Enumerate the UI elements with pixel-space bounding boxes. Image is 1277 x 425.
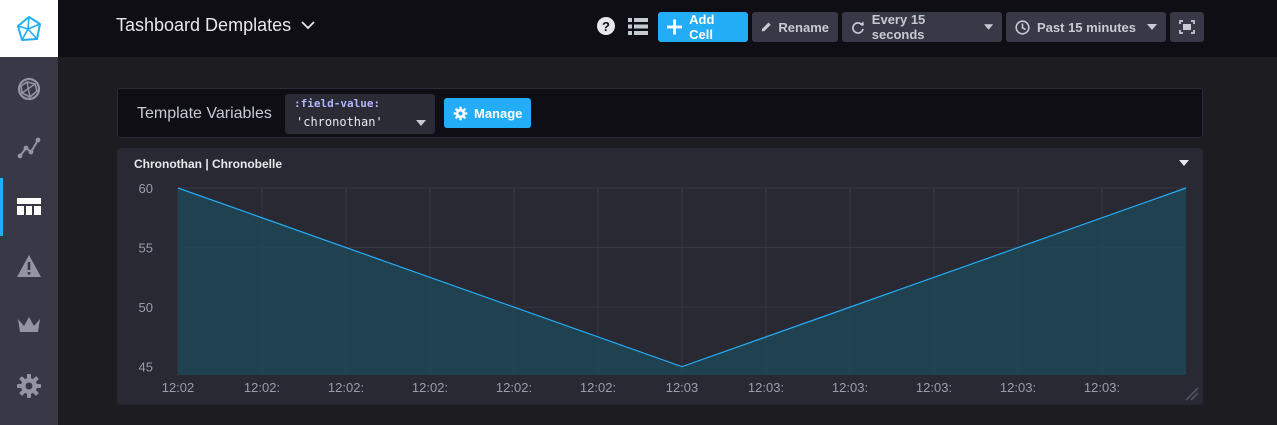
plus-icon — [667, 19, 683, 35]
dashboard-icon — [17, 198, 41, 215]
template-variable-dropdown[interactable]: :field-value: 'chronothan' — [285, 94, 435, 134]
sidebar-item-configuration[interactable] — [0, 357, 58, 415]
x-tick-label: 12:02: — [244, 380, 280, 395]
x-tick-label: 12:03: — [916, 380, 952, 395]
sidebar-item-alerting[interactable] — [0, 237, 58, 295]
time-range-label: Past 15 minutes — [1037, 19, 1136, 35]
dashboard-cell: 12:02 12:02: 12:02: 12:02: 12:02: 12:02: 12:03… — [117, 148, 1203, 405]
y-tick-label: 55 — [139, 241, 153, 256]
x-tick-label: 12:02: — [496, 380, 532, 395]
sidebar-item-data-explorer[interactable] — [0, 119, 58, 177]
chronograf-logo-icon — [17, 15, 41, 41]
x-tick-label: 12:03: — [1000, 380, 1036, 395]
fullscreen-icon — [1179, 20, 1195, 34]
line-chart: 12:02 12:02: 12:02: 12:02: 12:02: 12:02: 12:03… — [139, 181, 1187, 395]
x-tick-label: 12:02 — [162, 380, 195, 395]
time-range-dropdown[interactable]: Past 15 minutes — [1006, 12, 1166, 42]
sidebar-item-admin[interactable] — [0, 296, 58, 354]
template-variables-toggle-icon[interactable] — [628, 18, 648, 40]
rename-label: Rename — [778, 19, 829, 35]
x-tick-label: 12:03: — [1084, 380, 1120, 395]
x-tick-label: 12:02: — [580, 380, 616, 395]
svg-text:?: ? — [602, 19, 610, 34]
auto-refresh-dropdown[interactable]: Every 15 seconds — [842, 12, 1002, 42]
dashboard-title-dropdown[interactable]: Tashboard Demplates — [116, 15, 315, 36]
chevron-down-icon — [301, 21, 315, 30]
sidebar — [0, 0, 58, 425]
cell-title: Chronothan | Chronobelle — [134, 157, 283, 171]
graph-icon — [17, 137, 41, 159]
auto-refresh-label: Every 15 seconds — [871, 12, 926, 42]
manage-template-variables-button[interactable]: Manage — [444, 98, 532, 128]
template-variable-name: :field-value: — [294, 97, 381, 110]
x-tick-label: 12:03: — [832, 380, 868, 395]
x-tick-label: 12:02: — [328, 380, 364, 395]
page-header: Tashboard Demplates ? Add Cell Rename Ev… — [58, 0, 1277, 57]
gear-icon — [453, 106, 468, 120]
add-cell-label: Add Cell — [689, 12, 715, 42]
manage-label: Manage — [474, 105, 523, 121]
template-variables-bar: Template Variables :field-value: 'chrono… — [117, 88, 1203, 138]
logo[interactable] — [0, 0, 58, 57]
pencil-icon — [761, 22, 771, 32]
sidebar-item-host-list[interactable] — [0, 60, 58, 118]
crown-icon — [18, 317, 40, 332]
template-variables-label: Template Variables — [137, 105, 272, 122]
x-tick-label: 12:02: — [412, 380, 448, 395]
refresh-icon — [852, 21, 864, 34]
clock-icon — [1015, 19, 1030, 35]
y-tick-label: 50 — [139, 300, 153, 315]
x-tick-label: 12:03 — [666, 380, 699, 395]
caret-down-icon — [416, 120, 426, 126]
resize-handle-icon[interactable] — [1183, 385, 1199, 401]
presentation-mode-button[interactable] — [1170, 12, 1204, 42]
alert-triangle-icon — [17, 255, 41, 277]
cell-context-menu-icon[interactable] — [1179, 160, 1189, 166]
y-tick-label: 45 — [139, 360, 153, 375]
add-cell-button[interactable]: Add Cell — [658, 12, 748, 42]
caret-down-icon — [983, 24, 993, 30]
sidebar-item-dashboards[interactable] — [0, 178, 58, 236]
server-icon — [17, 77, 41, 101]
y-tick-label: 60 — [139, 181, 153, 196]
rename-button[interactable]: Rename — [752, 12, 838, 42]
page-title: Tashboard Demplates — [116, 15, 292, 35]
help-icon[interactable]: ? — [596, 16, 616, 41]
gear-icon — [17, 374, 41, 398]
x-tick-label: 12:03: — [748, 380, 784, 395]
caret-down-icon — [1147, 24, 1157, 30]
template-variable-value: 'chronothan' — [296, 115, 383, 129]
